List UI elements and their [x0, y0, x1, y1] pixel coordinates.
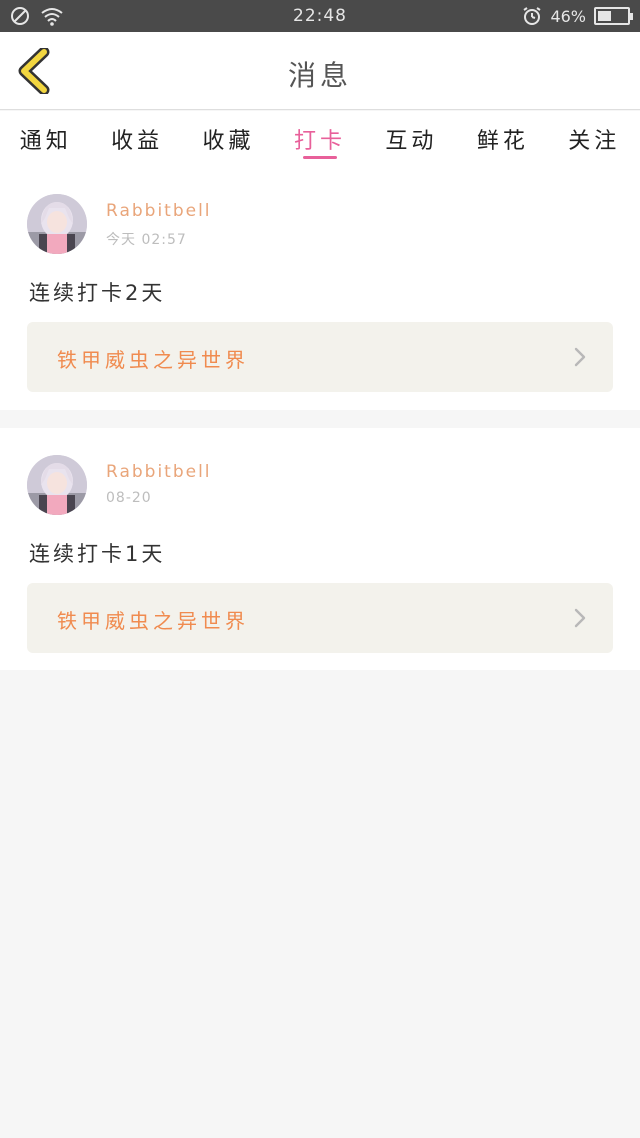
tab-bar: 通知 收益 收藏 打卡 互动 鲜花 关注 [0, 111, 640, 167]
username[interactable]: Rabbitbell [106, 462, 212, 482]
status-right: 46% [522, 6, 633, 26]
avatar[interactable] [27, 194, 87, 254]
alarm-icon [523, 7, 541, 25]
page-title: 消息 [287, 59, 352, 92]
message-card: Rabbitbell 今天 02:57 连续打卡2天 铁甲威虫之异世界 [0, 167, 640, 410]
battery-fill [598, 11, 611, 21]
tab-following[interactable]: 关注 [549, 111, 640, 167]
battery-percent: 46% [550, 6, 586, 26]
battery-icon [594, 7, 633, 25]
novel-link-label: 铁甲威虫之异世界 [57, 348, 249, 372]
tab-notifications[interactable]: 通知 [0, 111, 91, 167]
tab-favorites[interactable]: 收藏 [183, 111, 274, 167]
timestamp: 08-20 [106, 490, 152, 506]
username[interactable]: Rabbitbell [106, 201, 212, 221]
header: 消息 [0, 32, 640, 110]
status-bar: 22:48 46% [0, 0, 640, 32]
tab-earnings[interactable]: 收益 [91, 111, 182, 167]
message-text: 连续打卡1天 [29, 542, 166, 566]
timestamp: 今天 02:57 [106, 232, 187, 248]
tab-interaction[interactable]: 互动 [366, 111, 457, 167]
novel-link-label: 铁甲威虫之异世界 [57, 609, 249, 633]
novel-link[interactable]: 铁甲威虫之异世界 [27, 322, 613, 392]
active-tab-indicator [302, 156, 337, 159]
message-text: 连续打卡2天 [29, 281, 166, 305]
chevron-right-icon [574, 347, 586, 367]
chevron-right-icon [574, 608, 586, 628]
message-card: Rabbitbell 08-20 连续打卡1天 铁甲威虫之异世界 [0, 428, 640, 670]
avatar[interactable] [27, 455, 87, 515]
tab-checkin[interactable]: 打卡 [274, 111, 365, 167]
novel-link[interactable]: 铁甲威虫之异世界 [27, 583, 613, 653]
tab-flowers[interactable]: 鲜花 [457, 111, 548, 167]
